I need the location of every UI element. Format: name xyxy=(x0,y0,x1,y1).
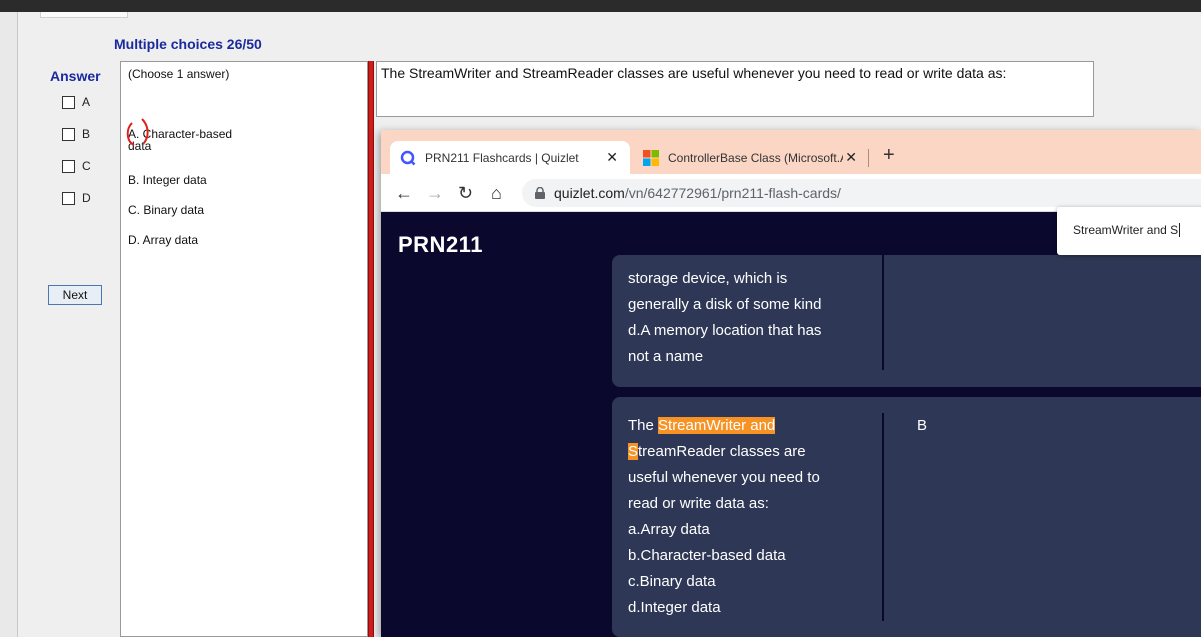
term-text: The xyxy=(628,417,659,434)
tab-quizlet[interactable]: PRN211 Flashcards | Quizlet ✕ xyxy=(390,141,630,174)
choice-d: D. Array data xyxy=(128,233,199,247)
url-path: /vn/642772961/prn211-flash-cards/ xyxy=(624,185,841,201)
term-line: The StreamWriter and xyxy=(628,413,868,439)
card-term: storage device, which is generally a dis… xyxy=(628,266,868,370)
checkbox-label: B xyxy=(82,127,91,141)
tab-title: ControllerBase Class (Microsoft.A xyxy=(668,150,843,165)
tab-strip: PRN211 Flashcards | Quizlet ✕ Controller… xyxy=(381,130,1201,174)
lock-icon xyxy=(535,187,545,199)
browser-window: PRN211 Flashcards | Quizlet ✕ Controller… xyxy=(381,130,1201,637)
term-line: useful whenever you need to xyxy=(628,469,820,486)
red-pen-annotation xyxy=(126,118,149,146)
tab-controllerbase[interactable]: ControllerBase Class (Microsoft.A ✕ xyxy=(633,141,869,174)
back-arrow-icon[interactable]: ← xyxy=(395,183,413,204)
url-host: quizlet.com xyxy=(554,185,625,201)
answer-label: Answer xyxy=(50,68,101,84)
choose-hint: (Choose 1 answer) xyxy=(128,67,230,81)
card-term: The StreamWriter and StreamReader classe… xyxy=(628,413,868,621)
choices-panel: (Choose 1 answer) A. Character-based dat… xyxy=(120,61,368,637)
card-divider xyxy=(882,413,884,621)
checkbox-label: A xyxy=(82,95,91,109)
checkbox-box[interactable] xyxy=(62,95,75,109)
find-highlight: StreamWriter and xyxy=(658,417,776,434)
desktop-top-bar xyxy=(0,0,1201,12)
exam-tab-stub xyxy=(40,12,128,18)
term-line: not a name xyxy=(628,348,704,365)
red-divider xyxy=(368,61,374,637)
close-tab-icon[interactable]: ✕ xyxy=(606,149,618,166)
quizlet-icon xyxy=(400,150,416,165)
checkbox-box[interactable] xyxy=(62,127,75,141)
forward-arrow-icon[interactable]: → xyxy=(426,183,444,204)
tab-separator xyxy=(868,149,869,167)
checkbox-box[interactable] xyxy=(62,191,75,205)
choice-b: B. Integer data xyxy=(128,173,207,187)
set-title: PRN211 xyxy=(398,232,483,257)
question-text: The StreamWriter and StreamReader classe… xyxy=(376,61,1094,117)
close-tab-icon[interactable]: ✕ xyxy=(845,149,857,166)
term-text: treamReader classes are xyxy=(638,443,806,460)
answer-checkbox-b[interactable]: B xyxy=(62,126,90,142)
card-divider xyxy=(882,255,884,370)
microsoft-icon xyxy=(643,149,659,166)
term-line: read or write data as: xyxy=(628,495,769,512)
flashcard: The StreamWriter and StreamReader classe… xyxy=(612,397,1201,637)
find-highlight: S xyxy=(628,443,639,460)
tab-title: PRN211 Flashcards | Quizlet xyxy=(425,150,579,165)
checkbox-box[interactable] xyxy=(62,159,75,173)
checkbox-label: C xyxy=(82,159,91,173)
new-tab-icon[interactable]: + xyxy=(883,144,895,167)
term-line: generally a disk of some kind xyxy=(628,296,822,313)
url-bar[interactable]: quizlet.com/vn/642772961/prn211-flash-ca… xyxy=(522,179,1201,207)
next-button[interactable]: Next xyxy=(48,285,102,305)
checkbox-label: D xyxy=(82,191,91,205)
term-line: StreamReader classes are xyxy=(628,439,868,465)
term-line: storage device, which is xyxy=(628,270,788,287)
choice-c: C. Binary data xyxy=(128,203,205,217)
home-icon[interactable]: ⌂ xyxy=(491,183,502,204)
find-query: StreamWriter and S xyxy=(1073,223,1179,237)
term-line: d.A memory location that has xyxy=(628,322,822,339)
answer-checkbox-a[interactable]: A xyxy=(62,94,90,110)
background-window-edge xyxy=(0,12,18,637)
find-in-page-input[interactable]: StreamWriter and S xyxy=(1057,207,1201,255)
term-line: c.Binary data xyxy=(628,573,716,590)
card-definition: B xyxy=(917,417,928,434)
text-cursor xyxy=(1179,223,1181,237)
term-line: b.Character-based data xyxy=(628,547,786,564)
answer-checkbox-c[interactable]: C xyxy=(62,158,91,174)
reload-icon[interactable]: ↻ xyxy=(458,183,473,204)
answer-checkbox-d[interactable]: D xyxy=(62,190,91,206)
flashcard-list: storage device, which is generally a dis… xyxy=(381,255,1201,637)
flashcard: storage device, which is generally a dis… xyxy=(612,255,1201,387)
term-line: a.Array data xyxy=(628,521,710,538)
question-counter: Multiple choices 26/50 xyxy=(114,36,262,52)
term-line: d.Integer data xyxy=(628,599,721,616)
